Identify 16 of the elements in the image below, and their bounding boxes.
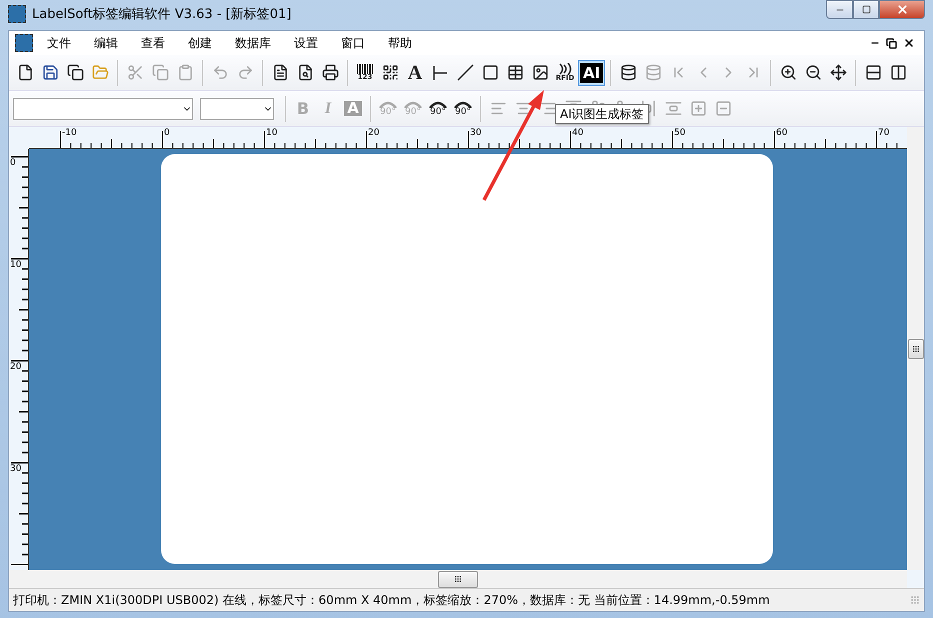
ruler-number: 40 xyxy=(572,128,584,138)
ruler-number: 60 xyxy=(776,128,788,138)
ruler-number: 30 xyxy=(470,128,482,138)
ruler-number: 10 xyxy=(10,260,22,270)
ruler-number: 0 xyxy=(10,158,16,168)
ruler-number: 0 xyxy=(164,128,170,138)
ruler-number: 70 xyxy=(878,128,890,138)
ruler-number: 30 xyxy=(10,464,22,474)
status-text: 打印机：ZMIN X1i(300DPI USB002) 在线，标签尺寸：60mm X 40mm，标签缩放：270%，数据库：无 当前位置：14.99mm,-0.59mm xyxy=(13,592,771,608)
tooltip: AI识图生成标签 xyxy=(555,104,649,124)
ruler-number: 50 xyxy=(674,128,686,138)
ruler-number: -10 xyxy=(62,128,77,138)
ruler-number: 10 xyxy=(266,128,278,138)
window-title: LabelSoft标签编辑软件 V3.63 - [新标签01] xyxy=(32,6,292,23)
ruler-number: 20 xyxy=(10,362,22,372)
ruler-number: 20 xyxy=(368,128,380,138)
